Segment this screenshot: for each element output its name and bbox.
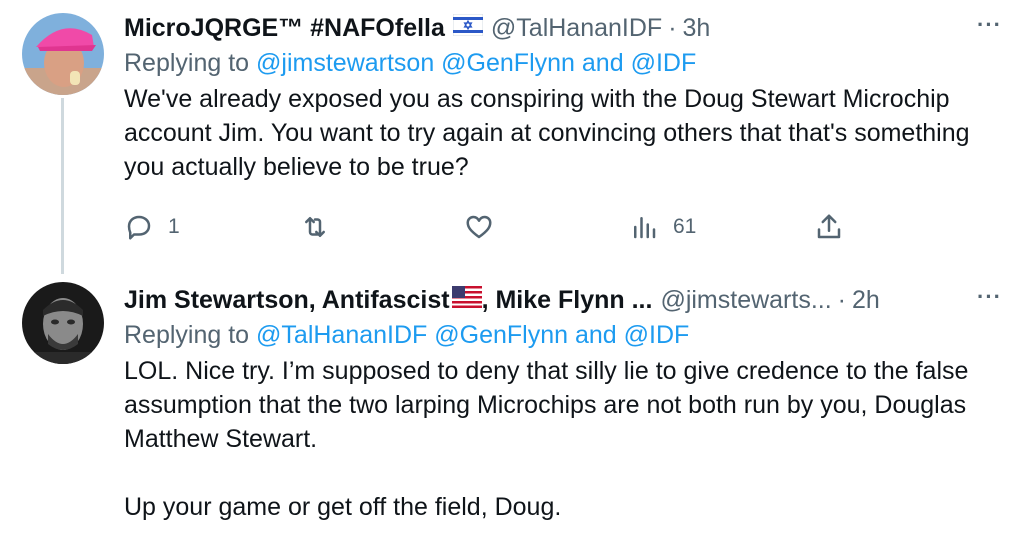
tweet-text: We've already exposed you as conspiring … — [124, 85, 970, 181]
replying-and[interactable]: and — [582, 49, 624, 77]
more-options-icon[interactable]: ··· — [977, 284, 1002, 310]
share-icon — [817, 214, 841, 239]
tweet-text: LOL. Nice try. I’m supposed to deny that… — [124, 357, 969, 453]
display-name[interactable]: Jim Stewartson, Antifascist — [124, 284, 450, 316]
reply-button[interactable]: 1 — [124, 212, 180, 242]
separator-dot: · — [668, 14, 677, 42]
replying-mention-last[interactable]: @IDF — [624, 321, 690, 349]
display-name[interactable]: MicroJQRGE™ #NAFOfella — [124, 12, 445, 44]
separator-dot: · — [837, 286, 846, 314]
replying-prefix: Replying to — [124, 321, 250, 349]
avatar-image — [22, 13, 104, 95]
avatar[interactable] — [22, 13, 104, 95]
tweet-actions: 1 61 — [124, 212, 844, 252]
reply-count: 1 — [168, 215, 180, 238]
replying-mentions[interactable]: @jimstewartson @GenFlynn — [256, 49, 575, 77]
retweet-button[interactable] — [300, 212, 330, 242]
tweet-header: MicroJQRGE™ #NAFOfella @TalHananIDF · 3h — [124, 12, 1002, 44]
display-name-suffix[interactable]: , Mike Flynn ... — [482, 284, 653, 316]
more-options-icon[interactable]: ··· — [977, 12, 1002, 38]
israel-flag-icon — [452, 12, 484, 44]
timestamp[interactable]: 3h — [683, 12, 711, 44]
avatar-image — [22, 282, 104, 364]
tweet-text-paragraph-2: Up your game or get off the field, Doug. — [124, 493, 562, 521]
replying-mentions[interactable]: @TalHananIDF @GenFlynn — [256, 321, 568, 349]
tweet-2[interactable]: Jim Stewartson, Antifascist , Mike Flynn… — [0, 270, 1022, 536]
like-button[interactable] — [464, 212, 494, 242]
heart-icon — [466, 215, 492, 239]
replying-to: Replying to @TalHananIDF @GenFlynn and @… — [124, 318, 1002, 352]
share-button[interactable] — [814, 212, 844, 242]
replying-to: Replying to @jimstewartson @GenFlynn and… — [124, 46, 1002, 80]
handle[interactable]: @TalHananIDF — [491, 12, 662, 44]
tweet-header: Jim Stewartson, Antifascist , Mike Flynn… — [124, 284, 1002, 316]
handle[interactable]: @jimstewarts... — [660, 284, 831, 316]
us-flag-icon — [451, 284, 482, 316]
views-icon — [634, 217, 656, 239]
views-button[interactable]: 61 — [629, 212, 696, 242]
replying-mention-last[interactable]: @IDF — [631, 49, 697, 77]
replying-and[interactable]: and — [575, 321, 617, 349]
avatar[interactable] — [22, 282, 104, 364]
views-count: 61 — [673, 215, 697, 238]
retweet-icon — [305, 217, 325, 237]
tweet-1[interactable]: MicroJQRGE™ #NAFOfella @TalHananIDF · 3h… — [0, 0, 1022, 270]
replying-prefix: Replying to — [124, 49, 250, 77]
timestamp[interactable]: 2h — [852, 284, 880, 316]
reply-icon — [127, 215, 151, 240]
